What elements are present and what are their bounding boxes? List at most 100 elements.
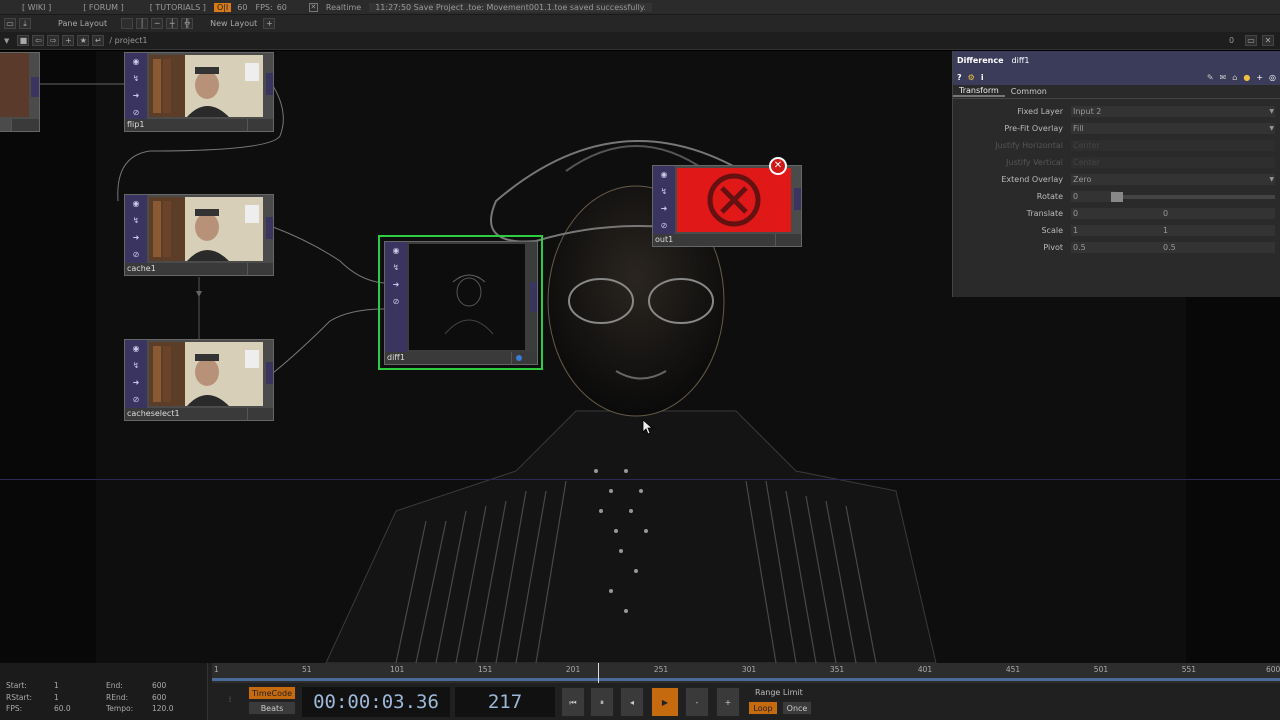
back-icon[interactable]: ⇦ [32,35,45,46]
add-icon[interactable]: + [1256,73,1263,82]
tab-transform[interactable]: Transform [953,86,1005,97]
pause-button[interactable]: ⏸ [590,687,614,717]
wiki-link[interactable]: [ WIKI ] [22,3,51,12]
rewind-button[interactable]: ⏮ [561,687,585,717]
add-layout-button[interactable]: + [263,18,276,29]
edit-icon[interactable]: ✎ [1207,73,1214,82]
scale-y-field[interactable]: 1 [1161,225,1275,236]
node-partial-left[interactable] [0,52,40,132]
node-label-flip1[interactable]: flip1 [125,119,247,131]
pivot-y-field[interactable]: 0.5 [1161,242,1275,253]
export-icon[interactable]: ➜ [385,276,407,293]
rotate-slider[interactable] [1123,194,1275,199]
node-flip1[interactable]: ◉ ↯ ➜ ⊘ flip1 [124,52,274,132]
error-badge-icon[interactable]: ✕ [769,157,787,175]
chevron-down-icon[interactable]: ▼ [4,37,9,45]
loop-button[interactable]: Loop [748,701,778,715]
rstart-value[interactable]: 1 [54,693,59,702]
frame-display[interactable]: 217 [455,687,555,717]
export-icon[interactable]: ➜ [125,374,147,391]
layout-quad-icon[interactable]: ╬ [181,18,194,29]
tag-icon[interactable]: ⌂ [1232,73,1237,82]
stop-icon[interactable]: ■ [17,35,30,46]
timeline-menu-icon[interactable]: ⁞ [226,693,234,707]
play-button[interactable]: ▶ [651,687,679,717]
export-icon[interactable]: ➜ [125,229,147,246]
rotate-slider-handle[interactable] [1111,191,1123,202]
realtime-checkbox-icon[interactable]: ✕ [308,2,318,12]
viewer-icon[interactable]: ◉ [125,195,147,212]
network-path[interactable]: / project1 [109,36,147,45]
wire-icon[interactable]: ↯ [653,183,675,200]
layout-triple-icon[interactable]: ┼ [166,18,179,29]
minimize-icon[interactable]: ▭ [1245,35,1257,46]
beats-button[interactable]: Beats [248,701,296,715]
download-icon[interactable]: ⤓ [19,18,31,29]
export-icon[interactable]: ➜ [125,87,147,104]
info-icon[interactable]: i [981,73,984,82]
python-icon[interactable]: ● [1243,73,1250,82]
node-diff1[interactable]: ◉ ↯ ➜ ⊘ diff1 [384,241,538,365]
target-icon[interactable]: ◎ [1269,73,1276,82]
tutorials-link[interactable]: [ TUTORIALS ] [150,3,206,12]
justify-v-dropdown[interactable]: Center [1071,157,1275,168]
timecode-button[interactable]: TimeCode [248,686,296,700]
fixed-layer-dropdown[interactable]: Input 2 [1071,106,1275,117]
playhead[interactable] [598,663,599,683]
forward-icon[interactable]: ⇨ [47,35,60,46]
rend-value[interactable]: 600 [152,693,166,702]
wire-icon[interactable]: ↯ [125,212,147,229]
once-button[interactable]: Once [782,701,812,715]
tempo-value[interactable]: 120.0 [152,704,173,713]
step-back-button[interactable]: ◂ [620,687,644,717]
wire-icon[interactable]: ↯ [125,357,147,374]
timecode-display[interactable]: 00:00:03.36 [302,687,450,717]
python-help-icon[interactable]: ⚙ [968,73,975,82]
viewer-icon[interactable]: ◉ [125,340,147,357]
translate-x-field[interactable]: 0 [1071,208,1161,219]
pane-icon[interactable]: ▭ [4,18,16,29]
export-icon[interactable]: ➜ [653,200,675,217]
oi-toggle[interactable]: O|I [213,2,232,12]
node-label-out1[interactable]: out1 [653,234,775,246]
edit-path-icon[interactable]: ↵ [92,35,105,46]
forum-link[interactable]: [ FORUM ] [83,3,124,12]
bypass-icon[interactable]: ⊘ [653,217,675,234]
viewer-icon[interactable]: ◉ [653,166,675,183]
end-value[interactable]: 600 [152,681,166,690]
fps-setting[interactable]: 60 [237,3,247,12]
scale-x-field[interactable]: 1 [1071,225,1161,236]
tab-common[interactable]: Common [1005,87,1053,96]
pivot-x-field[interactable]: 0.5 [1071,242,1161,253]
wire-icon[interactable]: ↯ [125,70,147,87]
viewer-active-icon[interactable] [516,355,522,361]
viewer-icon[interactable]: ◉ [125,53,147,70]
new-layout-label[interactable]: New Layout [210,19,257,28]
translate-y-field[interactable]: 0 [1161,208,1275,219]
node-label-cache1[interactable]: cache1 [125,263,247,275]
extend-overlay-dropdown[interactable]: Zero [1071,174,1275,185]
layout-split-h-icon[interactable]: ─ [151,18,164,29]
viewer-icon[interactable]: ◉ [385,242,407,259]
help-icon[interactable]: ? [957,73,962,82]
step-plus-button[interactable]: + [716,687,740,717]
justify-h-dropdown[interactable]: Center [1071,140,1275,151]
home-icon[interactable]: + [62,35,75,46]
node-label-diff1[interactable]: diff1 [385,352,511,364]
node-label-cacheselect1[interactable]: cacheselect1 [125,408,247,420]
star-icon[interactable]: ★ [77,35,90,46]
node-out1[interactable]: ◉ ↯ ➜ ⊘ out1 [652,165,802,247]
close-icon[interactable]: ✕ [1262,35,1274,46]
operator-name[interactable]: diff1 [1012,56,1030,65]
node-cacheselect1[interactable]: ◉ ↯ ➜ ⊘ cacheselect1 [124,339,274,421]
comment-icon[interactable]: ✉ [1220,73,1227,82]
node-cache1[interactable]: ◉ ↯ ➜ ⊘ cache1 [124,194,274,276]
layout-single-icon[interactable] [121,18,134,29]
bypass-icon[interactable]: ⊘ [125,391,147,408]
bypass-icon[interactable]: ⊘ [385,293,407,310]
timeline-ruler[interactable]: 1 51 101 151 201 251 301 351 401 451 501 551 600 [212,663,1280,683]
bypass-icon[interactable]: ⊘ [125,246,147,263]
step-minus-button[interactable]: - [685,687,709,717]
wire-icon[interactable]: ↯ [385,259,407,276]
layout-split-icon[interactable]: │ [136,18,149,29]
